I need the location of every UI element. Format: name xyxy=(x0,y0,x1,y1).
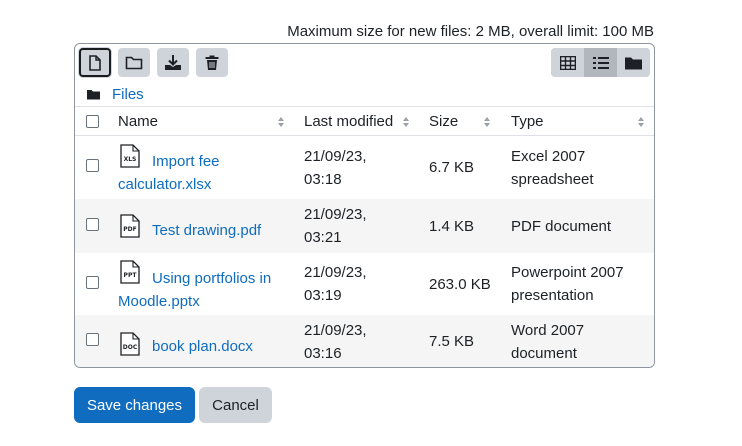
column-modified-label: Last modified xyxy=(304,112,394,130)
file-type-line: Powerpoint 2007 xyxy=(511,264,624,281)
column-type-label: Type xyxy=(511,112,544,130)
modified-time: 03:21 xyxy=(304,229,342,246)
file-type-line: Excel 2007 xyxy=(511,148,586,165)
file-name-line: calculator.xlsx xyxy=(118,176,212,193)
view-icons-button[interactable] xyxy=(551,48,584,77)
last-modified: 21/09/23, 03:16 xyxy=(304,319,367,365)
column-name-header[interactable]: Name xyxy=(118,107,158,135)
sort-icon[interactable] xyxy=(277,115,285,129)
table-row[interactable]: PPT Using portfolios in Moodle.pptx 21/0… xyxy=(75,253,654,315)
file-type-line: document xyxy=(511,345,577,362)
file-name-link[interactable]: Using portfolios in Moodle.pptx xyxy=(118,267,298,313)
folder-tree-icon xyxy=(625,57,642,69)
table-row[interactable]: XLS Import fee calculator.xlsx 21/09/23,… xyxy=(75,137,654,199)
download-icon xyxy=(165,55,181,70)
sort-icon[interactable] xyxy=(637,115,645,129)
file-type: Excel 2007 spreadsheet xyxy=(511,145,594,191)
view-tree-button[interactable] xyxy=(617,48,650,77)
last-modified: 21/09/23, 03:21 xyxy=(304,203,367,249)
file-name-link[interactable]: Test drawing.pdf xyxy=(152,219,261,242)
row-checkbox[interactable] xyxy=(86,218,99,231)
save-changes-button[interactable]: Save changes xyxy=(74,387,195,423)
modified-date: 21/09/23, xyxy=(304,148,367,165)
last-modified: 21/09/23, 03:18 xyxy=(304,145,367,191)
file-name-link[interactable]: book plan.docx xyxy=(152,335,253,358)
row-checkbox[interactable] xyxy=(86,333,99,346)
sort-icon[interactable] xyxy=(483,115,491,129)
column-modified-header[interactable]: Last modified xyxy=(304,107,393,135)
doc-file-icon: DOC xyxy=(120,332,140,356)
table-header: Name Last modified Size Type xyxy=(75,106,654,136)
list-icon xyxy=(592,56,609,69)
row-checkbox[interactable] xyxy=(86,159,99,172)
file-manager-toolbar xyxy=(75,44,654,80)
folder-icon xyxy=(125,56,143,70)
file-type-line: spreadsheet xyxy=(511,171,594,188)
sort-icon[interactable] xyxy=(402,115,410,129)
table-row[interactable]: PDF Test drawing.pdf 21/09/23, 03:21 1.4… xyxy=(75,199,654,253)
file-name-line: Import fee xyxy=(152,153,220,170)
file-name-line: Using portfolios in xyxy=(152,270,272,287)
svg-text:PDF: PDF xyxy=(123,226,136,233)
row-checkbox[interactable] xyxy=(86,276,99,289)
breadcrumb: Files xyxy=(87,84,144,104)
folder-icon xyxy=(87,89,100,99)
cancel-button[interactable]: Cancel xyxy=(199,387,272,423)
view-mode-group xyxy=(551,48,650,77)
trash-icon xyxy=(205,55,219,70)
modified-time: 03:16 xyxy=(304,345,342,362)
table-row[interactable]: DOC book plan.docx 21/09/23, 03:16 7.5 K… xyxy=(75,315,654,367)
file-size: 1.4 KB xyxy=(429,218,475,235)
modified-date: 21/09/23, xyxy=(304,322,367,339)
modified-time: 03:18 xyxy=(304,171,342,188)
file-size: 6.7 KB xyxy=(429,159,475,176)
file-manager: Files Name Last modified Size Type XLS I… xyxy=(74,43,655,368)
modified-date: 21/09/23, xyxy=(304,206,367,223)
column-size-label: Size xyxy=(429,112,459,130)
file-size: 263.0 KB xyxy=(429,276,491,293)
add-file-button[interactable] xyxy=(79,48,111,77)
column-name-label: Name xyxy=(118,112,159,130)
delete-button[interactable] xyxy=(196,48,228,77)
file-type: Powerpoint 2007 presentation xyxy=(511,261,624,307)
select-all-checkbox[interactable] xyxy=(86,115,99,128)
file-name-link[interactable]: Import fee calculator.xlsx xyxy=(118,150,288,196)
file-icon xyxy=(89,54,101,71)
column-type-header[interactable]: Type xyxy=(511,107,544,135)
file-size: 7.5 KB xyxy=(429,333,475,350)
svg-text:DOC: DOC xyxy=(123,344,138,351)
file-type-line: presentation xyxy=(511,287,594,304)
modified-date: 21/09/23, xyxy=(304,264,367,281)
download-button[interactable] xyxy=(157,48,189,77)
file-type: PDF document xyxy=(511,218,612,235)
breadcrumb-files-link[interactable]: Files xyxy=(112,86,144,103)
view-list-button[interactable] xyxy=(584,48,617,77)
modified-time: 03:19 xyxy=(304,287,342,304)
file-type-line: Word 2007 xyxy=(511,322,585,339)
last-modified: 21/09/23, 03:19 xyxy=(304,261,367,307)
file-size-limit: Maximum size for new files: 2 MB, overal… xyxy=(287,23,654,40)
file-name-line: Moodle.pptx xyxy=(118,293,200,310)
pdf-file-icon: PDF xyxy=(120,214,140,238)
column-size-header[interactable]: Size xyxy=(429,107,458,135)
grid-icon xyxy=(559,55,576,70)
file-type: Word 2007 document xyxy=(511,319,584,365)
create-folder-button[interactable] xyxy=(118,48,150,77)
